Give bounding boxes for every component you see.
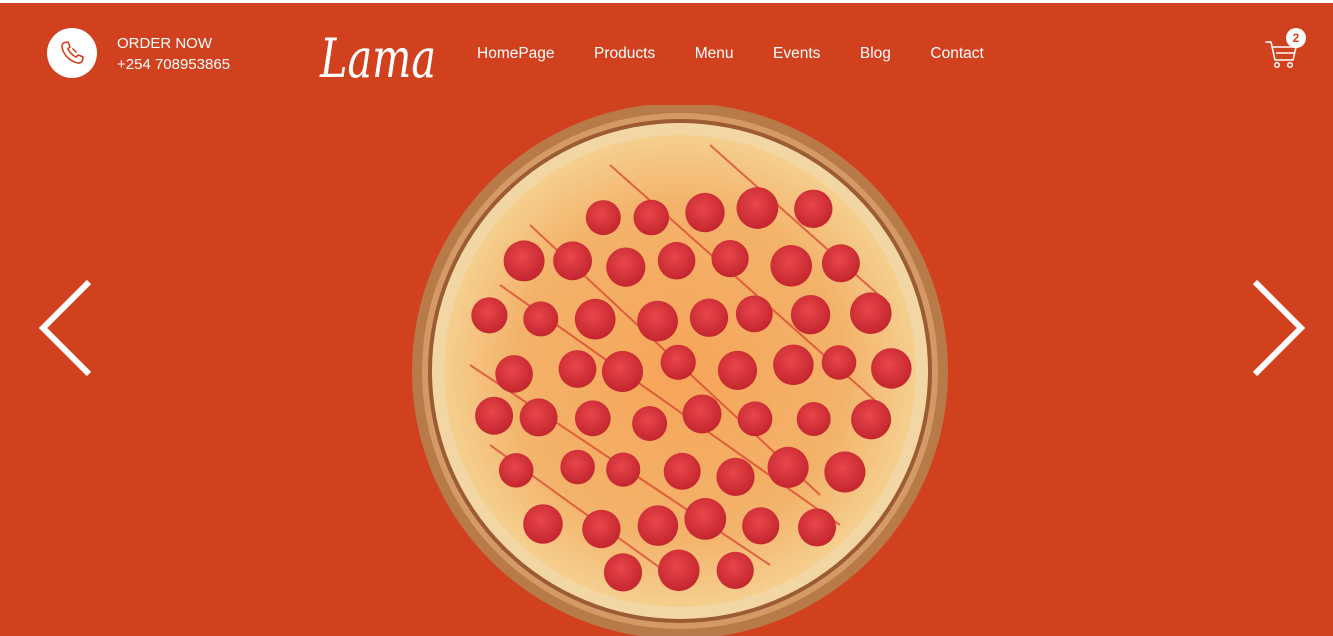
pepperoni: [736, 187, 779, 229]
pepperoni: [471, 297, 508, 334]
order-info: ORDER NOW +254 708953865: [117, 34, 230, 75]
pepperoni: [682, 394, 722, 434]
logo-text: Lama: [319, 27, 436, 90]
phone-number[interactable]: +254 708953865: [117, 54, 230, 75]
nav-item-products[interactable]: Products: [594, 44, 655, 64]
pepperoni: [523, 504, 563, 544]
chevron-right-icon[interactable]: [1248, 278, 1308, 378]
pepperoni: [851, 399, 892, 440]
pepperoni: [685, 192, 725, 233]
pepperoni: [711, 240, 749, 278]
pepperoni: [637, 505, 679, 546]
pepperoni: [767, 446, 809, 488]
pepperoni: [790, 295, 831, 335]
nav-item-blog[interactable]: Blog: [860, 44, 891, 64]
call-button[interactable]: [47, 28, 97, 78]
pepperoni: [798, 508, 836, 547]
phone-icon: [61, 41, 84, 64]
pepperoni: [585, 200, 621, 236]
pepperoni: [821, 244, 860, 283]
nav-item-menu[interactable]: Menu: [695, 44, 734, 64]
pepperoni: [523, 301, 559, 337]
pepperoni: [796, 402, 831, 436]
cart-button[interactable]: 2: [1264, 28, 1308, 72]
pepperoni: [684, 498, 727, 540]
pepperoni: [498, 453, 534, 488]
pepperoni: [658, 549, 700, 592]
pepperoni: [632, 406, 668, 441]
pepperoni: [637, 300, 678, 342]
pepperoni: [737, 401, 773, 437]
pepperoni: [560, 449, 595, 485]
nav-menu: HomePage Products Menu Events Blog Conta…: [477, 44, 1023, 64]
pepperoni: [821, 345, 857, 380]
pepperoni: [871, 348, 912, 389]
pepperoni: [770, 245, 812, 287]
pepperoni: [742, 507, 780, 545]
pepperoni: [633, 199, 670, 236]
pepperoni: [716, 457, 755, 496]
cart-count-badge: 2: [1286, 28, 1306, 48]
logo[interactable]: Lama: [318, 7, 440, 97]
page: ORDER NOW +254 708953865 Lama HomePage P…: [0, 3, 1333, 636]
pepperoni: [735, 295, 773, 333]
pepperoni: [574, 400, 611, 437]
nav-item-contact[interactable]: Contact: [930, 44, 983, 64]
order-now-label: ORDER NOW: [117, 35, 212, 52]
pepperoni: [794, 189, 833, 228]
pepperoni: [663, 452, 701, 490]
navbar: ORDER NOW +254 708953865 Lama HomePage P…: [0, 3, 1333, 103]
pepperoni: [850, 292, 892, 334]
pepperoni: [773, 344, 814, 386]
pepperoni: [503, 240, 545, 282]
pepperoni: [606, 247, 646, 287]
pepperoni: [495, 355, 533, 393]
pepperoni: [824, 451, 866, 493]
pepperoni: [558, 350, 597, 388]
pepperoni: [603, 553, 643, 592]
pizza-image: [412, 105, 948, 636]
pepperoni: [657, 241, 696, 280]
pepperoni: [519, 398, 558, 437]
pepperoni: [689, 298, 729, 337]
nav-item-events[interactable]: Events: [773, 44, 820, 64]
pepperoni: [716, 551, 754, 589]
pepperoni: [601, 350, 644, 393]
pepperoni: [475, 396, 514, 435]
pepperoni: [660, 344, 696, 380]
pepperoni: [553, 241, 592, 281]
chevron-left-icon[interactable]: [36, 278, 96, 378]
pepperoni: [606, 452, 641, 487]
pepperoni: [574, 298, 616, 340]
pepperoni: [582, 509, 621, 549]
pepperoni: [717, 350, 758, 390]
nav-item-homepage[interactable]: HomePage: [477, 44, 555, 64]
